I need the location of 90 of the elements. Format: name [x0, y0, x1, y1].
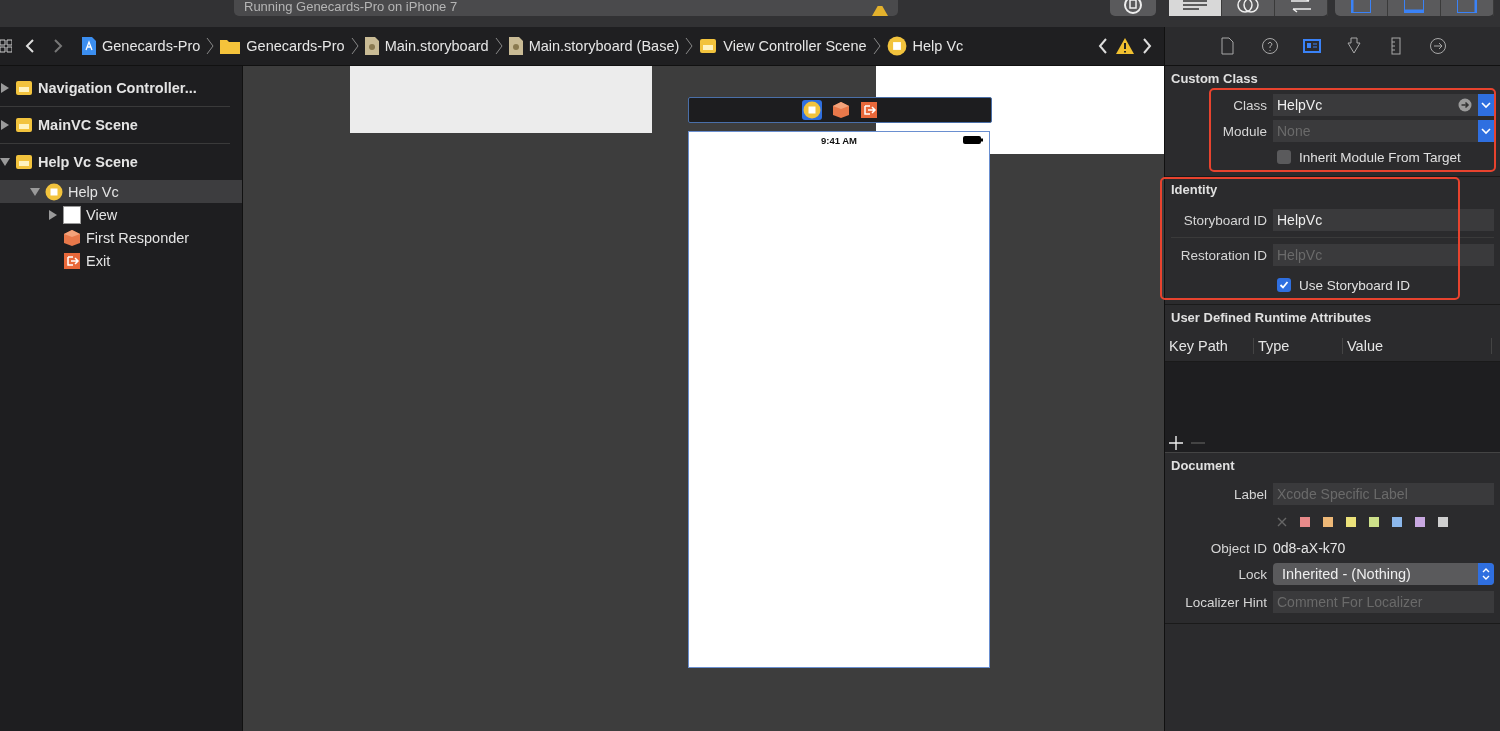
scene-icon — [15, 116, 33, 134]
cube-icon — [832, 101, 850, 119]
outline-row[interactable]: Exit — [0, 249, 242, 272]
status-time: 9:41 AM — [820, 134, 858, 146]
class-field[interactable]: HelpVc — [1273, 94, 1478, 116]
field-label: Lock — [1237, 566, 1267, 582]
color-swatch[interactable] — [1323, 517, 1333, 527]
warning-icon — [872, 6, 888, 16]
chevron-separator-icon — [494, 37, 503, 55]
stepper-icon — [1481, 567, 1491, 581]
grid-icon[interactable] — [0, 38, 12, 54]
view-controller-icon — [886, 36, 907, 56]
checkbox[interactable] — [1277, 150, 1291, 164]
section-title: User Defined Runtime Attributes — [1171, 309, 1373, 327]
storyboard-id-field[interactable]: HelpVc — [1273, 209, 1494, 231]
arrows-icon — [1289, 0, 1313, 13]
collapsed-triangle-icon[interactable] — [0, 120, 10, 130]
checkbox-label: Use Storyboard ID — [1299, 277, 1411, 293]
selected-outline-row[interactable]: Help Vc — [0, 180, 242, 203]
field-label: Storyboard ID — [1182, 212, 1267, 228]
color-swatch[interactable] — [1300, 517, 1310, 527]
breadcrumb-item[interactable]: View Controller Scene — [699, 37, 867, 55]
outline-row[interactable]: View — [0, 203, 242, 226]
breadcrumb-item[interactable]: Genecards-Pro — [82, 37, 201, 55]
warning-icon[interactable] — [1116, 38, 1134, 54]
right-panel-icon — [1457, 0, 1477, 13]
column-header[interactable]: Value — [1343, 338, 1492, 354]
dropdown-icon[interactable] — [1478, 120, 1494, 142]
collapsed-triangle-icon[interactable] — [48, 209, 58, 220]
object-id-value: 0d8-aX-k70 — [1273, 540, 1346, 556]
color-swatch[interactable] — [1369, 517, 1379, 527]
expanded-triangle-icon[interactable] — [30, 186, 40, 197]
column-header[interactable]: Key Path — [1165, 338, 1254, 354]
section-title: Identity — [1171, 181, 1219, 199]
outline-row[interactable]: Help Vc Scene — [0, 144, 230, 180]
checkbox-label: Inherit Module From Target — [1299, 149, 1461, 165]
forward-icon[interactable] — [1140, 37, 1154, 55]
dropdown-icon[interactable] — [1478, 94, 1494, 116]
breakpoint-icon[interactable] — [1123, 0, 1143, 15]
add-icon[interactable] — [1169, 436, 1183, 450]
color-swatch[interactable] — [1415, 517, 1425, 527]
clear-icon[interactable] — [1277, 517, 1287, 527]
collapsed-triangle-icon[interactable] — [0, 83, 10, 93]
field-label: Localizer Hint — [1184, 594, 1267, 610]
cube-icon — [63, 228, 81, 247]
standard-editor-button[interactable] — [1169, 0, 1222, 16]
field-label: Module — [1221, 123, 1267, 139]
field-label: Label — [1232, 486, 1267, 502]
column-header[interactable]: Type — [1254, 338, 1343, 354]
outline-row[interactable]: First Responder — [0, 226, 242, 249]
expanded-triangle-icon[interactable] — [0, 157, 10, 167]
folder-icon — [220, 38, 241, 54]
lock-popup-button[interactable]: Inherited - (Nothing) — [1273, 563, 1494, 585]
breadcrumb-item[interactable]: Main.storyboard — [364, 37, 489, 55]
scene-icon — [15, 79, 33, 97]
project-file-icon — [82, 37, 96, 55]
rings-icon — [1237, 0, 1259, 14]
field-label: Class — [1232, 97, 1267, 113]
storyboard-file-icon — [364, 37, 379, 55]
section-title: Custom Class — [1171, 70, 1259, 88]
scene-icon — [15, 153, 33, 171]
view-controller-icon — [45, 182, 63, 201]
view-controller-icon — [803, 101, 821, 119]
lines-icon — [1183, 0, 1207, 11]
bottom-panel-icon — [1404, 0, 1424, 13]
activity-status-bar: Running Genecards-Pro on iPhone 7 — [234, 0, 898, 16]
outline-row[interactable]: Navigation Controller... — [0, 70, 230, 107]
left-panel-icon — [1351, 0, 1371, 13]
section-title: Document — [1171, 457, 1236, 475]
exit-icon — [860, 101, 878, 119]
back-icon[interactable] — [1096, 37, 1110, 55]
checkbox[interactable] — [1277, 278, 1291, 292]
breadcrumb-item[interactable]: Help Vc — [886, 36, 964, 56]
color-swatch[interactable] — [1392, 517, 1402, 527]
outline-row[interactable]: MainVC Scene — [0, 107, 230, 144]
battery-icon — [963, 136, 983, 144]
chevron-separator-icon — [872, 37, 881, 55]
breadcrumb-item[interactable]: Genecards-Pro — [220, 38, 345, 54]
color-swatch[interactable] — [1438, 517, 1448, 527]
exit-icon — [63, 251, 81, 270]
field-label: Object ID — [1209, 540, 1267, 556]
breadcrumb-item[interactable]: Main.storyboard (Base) — [508, 37, 680, 55]
field-label: Restoration ID — [1179, 247, 1267, 263]
color-swatch[interactable] — [1346, 517, 1356, 527]
scene-icon — [699, 37, 718, 55]
storyboard-file-icon — [508, 37, 523, 55]
chevron-separator-icon — [206, 37, 215, 55]
view-icon — [63, 205, 81, 224]
chevron-separator-icon — [685, 37, 694, 55]
chevron-separator-icon — [350, 37, 359, 55]
